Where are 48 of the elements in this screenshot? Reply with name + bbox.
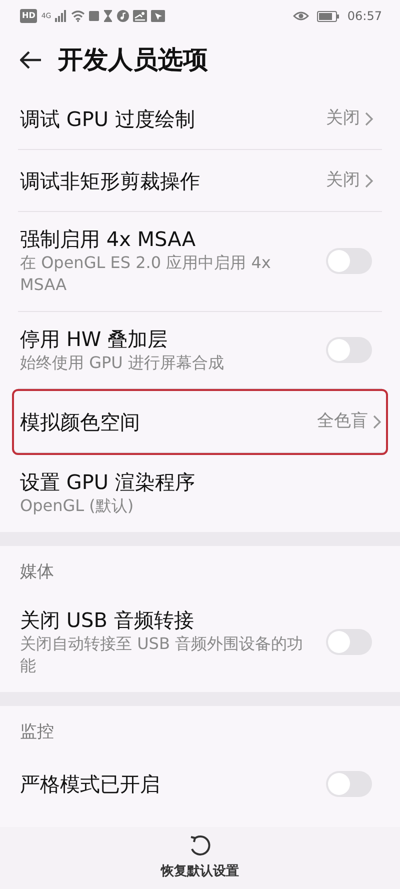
chevron-right-icon <box>364 110 374 126</box>
setting-item[interactable]: 模拟颜色空间 全色盲 <box>14 391 386 454</box>
setting-item[interactable]: 关闭 USB 音频转接 关闭自动转接至 USB 音频外围设备的功能 <box>18 593 382 692</box>
toggle-switch[interactable] <box>326 629 372 656</box>
setting-title: 严格模式已开启 <box>20 771 161 798</box>
reset-icon <box>188 834 212 858</box>
chevron-right-icon <box>372 414 382 430</box>
setting-value: 关闭 <box>326 168 360 192</box>
toggle-switch[interactable] <box>326 771 372 798</box>
setting-item[interactable]: 强制启用 4x MSAA 在 OpenGL ES 2.0 应用中启用 4x MSAA <box>18 212 382 312</box>
square-icon <box>89 11 100 21</box>
setting-item[interactable]: 设置 GPU 渲染程序 OpenGL (默认) <box>18 455 382 532</box>
chevron-right-icon <box>364 172 374 188</box>
signal-icon <box>55 10 68 22</box>
hourglass-icon <box>103 10 114 22</box>
cursor-icon <box>151 10 166 22</box>
setting-item[interactable]: 调试 GPU 过度绘制 关闭 <box>18 88 382 150</box>
setting-item[interactable]: 调试非矩形剪裁操作 关闭 <box>18 150 382 212</box>
setting-title: 模拟颜色空间 <box>20 408 141 435</box>
setting-description: 关闭自动转接至 USB 音频外围设备的功能 <box>20 633 304 678</box>
setting-title: 停用 HW 叠加层 <box>20 326 169 352</box>
setting-title: 调试非矩形剪裁操作 <box>20 168 201 194</box>
back-arrow-icon <box>20 51 42 69</box>
setting-item[interactable]: 停用 HW 叠加层 始终使用 GPU 进行屏幕合成 <box>18 312 382 390</box>
swimmer-icon <box>133 10 148 22</box>
hd-badge: HD <box>20 9 38 23</box>
setting-description: 在 OpenGL ES 2.0 应用中启用 4x MSAA <box>20 252 272 296</box>
eye-icon <box>293 10 310 22</box>
section-header: 监控 <box>19 720 55 744</box>
reset-defaults-button[interactable]: 恢复默认设置 <box>155 832 245 884</box>
page-title: 开发人员选项 <box>58 44 208 76</box>
setting-item[interactable]: 严格模式已开启 <box>18 753 382 816</box>
setting-title: 调试 GPU 过度绘制 <box>20 106 196 132</box>
setting-title: 强制启用 4x MSAA <box>20 226 197 252</box>
toggle-switch[interactable] <box>326 336 372 363</box>
wifi-icon <box>71 10 86 22</box>
setting-description: OpenGL (默认) <box>20 495 135 518</box>
setting-value: 全色盲 <box>317 410 368 433</box>
section-header: 媒体 <box>19 560 55 584</box>
setting-value: 关闭 <box>326 106 360 130</box>
toggle-switch[interactable] <box>326 248 372 274</box>
setting-description: 始终使用 GPU 进行屏幕合成 <box>20 352 225 374</box>
clock-time: 06:57 <box>347 8 382 25</box>
back-button[interactable] <box>20 51 42 69</box>
setting-title: 关闭 USB 音频转接 <box>20 607 195 634</box>
battery-icon <box>317 10 340 22</box>
setting-title: 设置 GPU 渲染程序 <box>20 469 196 496</box>
music-icon <box>117 10 130 22</box>
